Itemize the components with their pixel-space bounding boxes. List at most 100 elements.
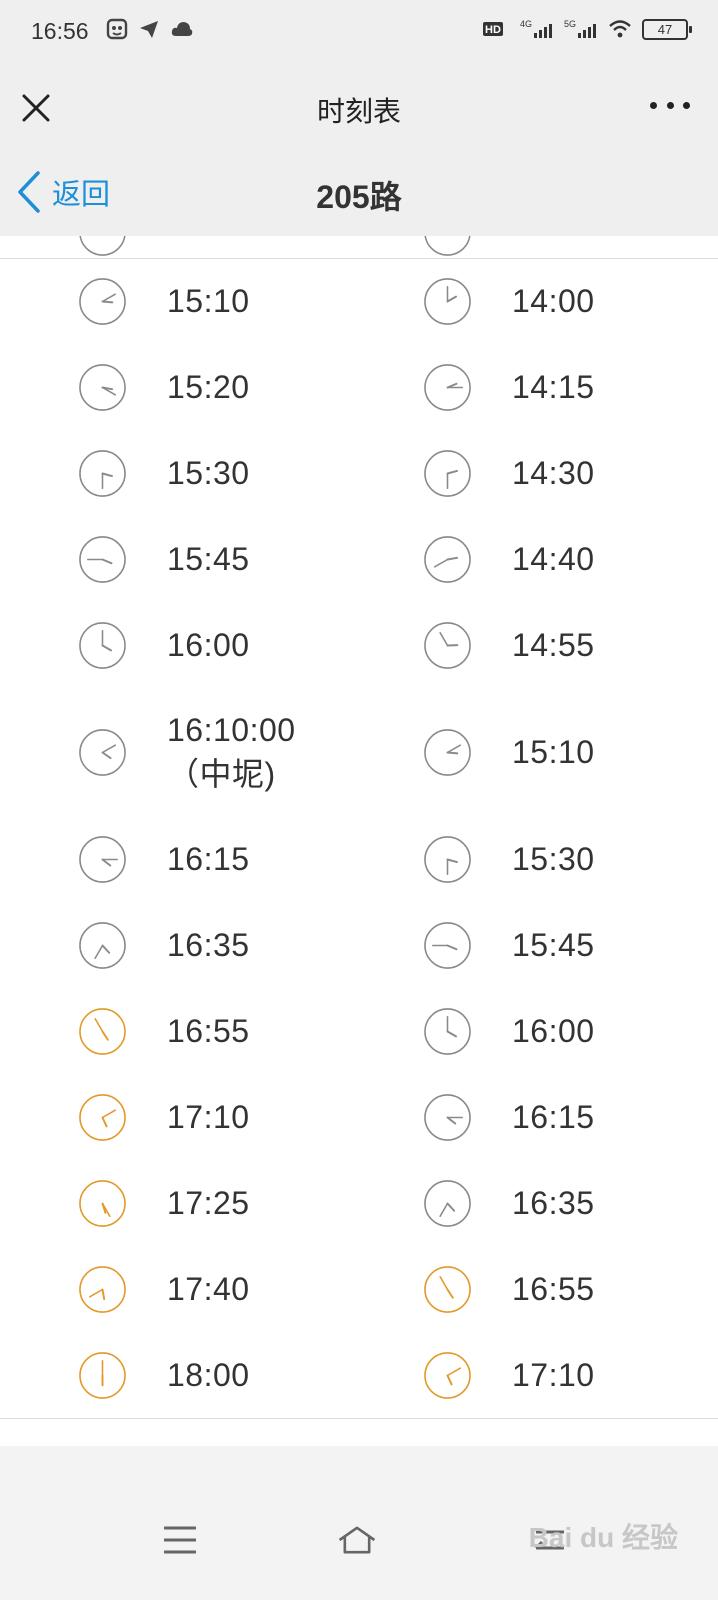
departure-time: 16:55 [167, 1009, 250, 1053]
departure-time: 16:00 [167, 623, 250, 667]
cloud-notification-icon [171, 22, 193, 36]
clock-icon [424, 1007, 471, 1055]
departure-time: 16:35 [167, 923, 250, 967]
clock-icon [424, 449, 471, 497]
departure-cell-left: 17:10 [78, 1074, 250, 1160]
clock-icon [424, 835, 471, 883]
clock-icon [424, 277, 471, 325]
departure-time-value: 14:40 [512, 541, 595, 577]
departure-time: 15:30 [167, 451, 250, 495]
departure-cell-right: 15:30 [423, 816, 595, 902]
clock-icon [424, 921, 471, 969]
clock-icon [424, 728, 471, 776]
clock-icon [79, 1007, 126, 1055]
departure-cell-right: 17:10 [423, 1332, 595, 1418]
hd-icon: HD [483, 22, 503, 36]
timetable-list[interactable]: 15:10 14:00 15:20 14:15 15:30 14:30 15:45 14:40… [0, 236, 718, 1446]
clock-icon [79, 449, 126, 497]
departure-cell-right: 16:00 [423, 988, 595, 1074]
status-time: 16:56 [31, 18, 89, 44]
wifi-icon [609, 20, 631, 38]
departure-time-value: 16:15 [512, 1099, 595, 1135]
clock-icon [79, 1179, 126, 1227]
departure-time-value: 15:45 [512, 927, 595, 963]
timetable-row: 16:00 14:55 [0, 602, 718, 689]
departure-time-value: 18:00 [167, 1357, 250, 1393]
departure-time: 17:40 [167, 1267, 250, 1311]
clock-icon [79, 728, 126, 776]
departure-time: 17:25 [167, 1181, 250, 1225]
departure-time-value: 17:10 [167, 1099, 250, 1135]
clock-icon [79, 621, 126, 669]
departure-time-value: 16:55 [167, 1013, 250, 1049]
menu-icon[interactable] [160, 1520, 200, 1560]
timetable-row: 17:25 16:35 [0, 1160, 718, 1247]
timetable-row: 16:15 15:30 [0, 816, 718, 903]
departure-time-value: 15:45 [167, 541, 250, 577]
timetable-row: 16:10:00 （中坭) 15:10 [0, 688, 718, 817]
clock-icon [424, 1351, 471, 1399]
departure-time-value: 17:40 [167, 1271, 250, 1307]
departure-time-value: 17:25 [167, 1185, 250, 1221]
clock-icon [424, 1093, 471, 1141]
clock-icon [424, 1179, 471, 1227]
clock-icon [79, 236, 126, 256]
clock-icon [79, 1093, 126, 1141]
timetable-row: 16:35 15:45 [0, 902, 718, 989]
departure-cell-left: 17:25 [78, 1160, 250, 1246]
home-icon[interactable] [337, 1520, 377, 1560]
departure-cell-left: 16:00 [78, 602, 250, 688]
departure-time-value: 14:15 [512, 369, 595, 405]
departure-time: 15:10 [167, 279, 250, 323]
more-options-button[interactable] [650, 90, 690, 120]
route-title: 205路 [316, 179, 402, 215]
departure-time: 15:45 [167, 537, 250, 581]
departure-time-value: 15:30 [512, 841, 595, 877]
status-system-icons: HD 4G 5G 47 [482, 18, 692, 40]
departure-time-value: 16:55 [512, 1271, 595, 1307]
departure-cell-left: 15:45 [78, 516, 250, 602]
departure-time-value: 15:30 [167, 455, 250, 491]
clock-icon [79, 363, 126, 411]
departure-cell-right: 16:15 [423, 1074, 595, 1160]
clock-icon [79, 277, 126, 325]
clock-icon [424, 236, 471, 256]
departure-time-value: 16:00 [512, 1013, 595, 1049]
clock-icon [424, 621, 471, 669]
timetable-row: 17:10 16:15 [0, 1074, 718, 1161]
timetable-row: 15:45 14:40 [0, 516, 718, 603]
departure-time-value: 14:55 [512, 627, 595, 663]
departure-time: 16:10:00 （中坭) [167, 708, 296, 796]
more-icon-dot [666, 101, 674, 109]
departure-cell-left: 17:40 [78, 1246, 250, 1332]
departure-cell-right: 16:55 [423, 1246, 595, 1332]
page-title: 时刻表 [316, 96, 401, 127]
timetable-row: 15:20 14:15 [0, 344, 718, 431]
departure-note: （中坭) [167, 756, 276, 792]
departure-time-value: 16:10:00 [167, 712, 296, 748]
departure-cell-right: 15:10 [423, 688, 595, 816]
more-icon-dot [683, 101, 690, 109]
departure-cell-left: 15:10 [78, 258, 250, 344]
clock-icon [424, 363, 471, 411]
status-bar: 16:56 HD 4G 5G 47 [0, 0, 718, 62]
departure-time: 15:20 [167, 365, 250, 409]
more-icon-dot [650, 101, 657, 109]
departure-cell-left: 16:10:00 （中坭) [78, 688, 296, 816]
departure-cell-left: 16:15 [78, 816, 250, 902]
send-notification-icon [140, 21, 158, 38]
app-notification-icon [106, 18, 128, 40]
svg-text:4G: 4G [520, 19, 532, 29]
clock-icon [79, 1265, 126, 1313]
departure-time-value: 16:15 [167, 841, 250, 877]
clock-icon [79, 835, 126, 883]
clock-icon [79, 1351, 126, 1399]
departure-time-value: 14:30 [512, 455, 595, 491]
departure-time: 18:00 [167, 1353, 250, 1397]
departure-cell-right: 14:55 [423, 602, 595, 688]
timetable-row: 15:10 14:00 [0, 258, 718, 345]
system-navigation-bar: Bai du 经验 [0, 1446, 718, 1600]
departure-cell-right: 14:40 [423, 516, 595, 602]
departure-time-value: 15:10 [167, 283, 250, 319]
svg-text:5G: 5G [564, 19, 576, 29]
